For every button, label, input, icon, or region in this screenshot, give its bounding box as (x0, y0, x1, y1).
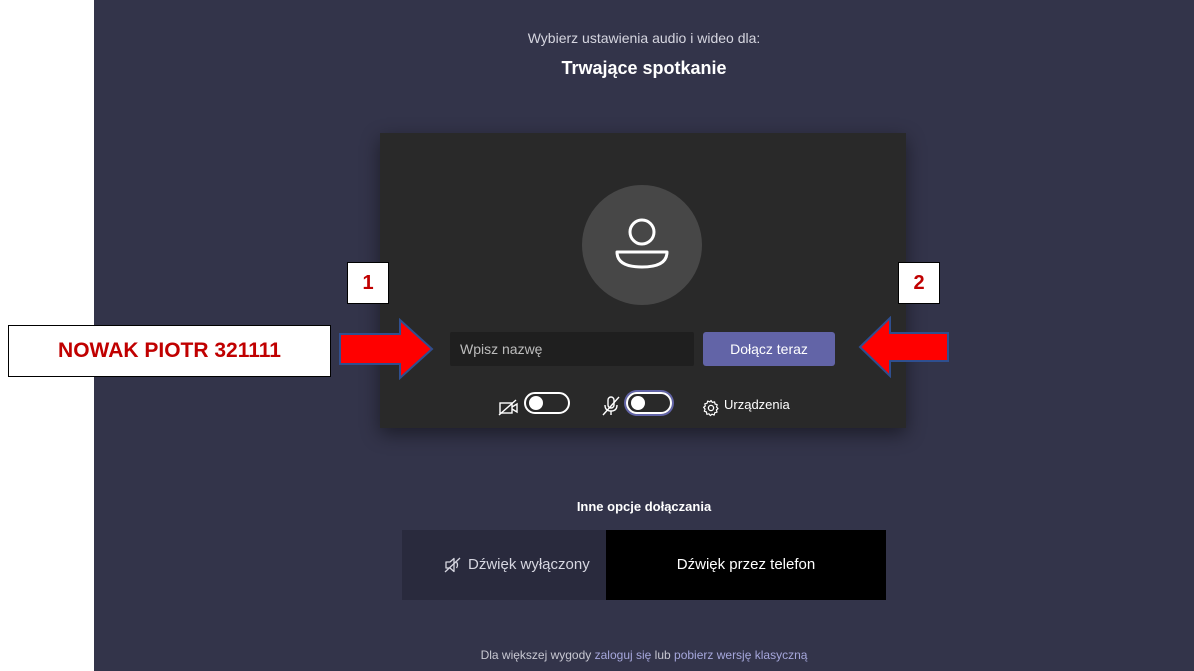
sign-in-link[interactable]: zaloguj się (595, 648, 652, 662)
phone-audio-option[interactable]: Dźwięk przez telefon (606, 530, 886, 600)
settings-subtitle: Wybierz ustawienia audio i wideo dla: (527, 30, 761, 46)
footer-text: Dla większej wygody zaloguj się lub pobi… (94, 648, 1194, 662)
devices-button[interactable]: Urządzenia (724, 397, 790, 412)
meeting-title: Trwające spotkanie (561, 58, 727, 78)
preview-card: Dołącz teraz Urządzenia (380, 133, 906, 428)
microphone-toggle-knob (631, 396, 645, 410)
annotation-name-example: NOWAK PIOTR 321111 (8, 325, 331, 377)
name-input[interactable] (450, 332, 694, 366)
speaker-off-icon (444, 557, 461, 573)
microphone-toggle[interactable] (626, 392, 672, 414)
audio-off-label: Dźwięk wyłączony (468, 556, 590, 573)
annotation-arrow-left-icon (858, 316, 949, 378)
download-desktop-link[interactable]: pobierz wersję klasyczną (674, 648, 807, 662)
camera-off-icon[interactable] (498, 395, 520, 421)
phone-audio-label: Dźwięk przez telefon (676, 556, 816, 573)
join-now-button[interactable]: Dołącz teraz (703, 332, 835, 366)
annotation-arrow-right-icon (339, 318, 434, 380)
other-join-options-title: Inne opcje dołączania (576, 499, 712, 514)
camera-toggle-knob (529, 396, 543, 410)
gear-icon[interactable] (702, 395, 720, 421)
person-icon (615, 218, 669, 269)
annotation-badge-2: 2 (898, 262, 940, 304)
microphone-off-icon[interactable] (601, 393, 621, 419)
audio-off-option[interactable]: Dźwięk wyłączony (402, 530, 606, 600)
camera-toggle[interactable] (524, 392, 570, 414)
avatar (582, 185, 702, 305)
annotation-badge-1: 1 (347, 262, 389, 304)
footer-prefix: Dla większej wygody (480, 648, 592, 662)
footer-middle: lub (654, 648, 671, 662)
